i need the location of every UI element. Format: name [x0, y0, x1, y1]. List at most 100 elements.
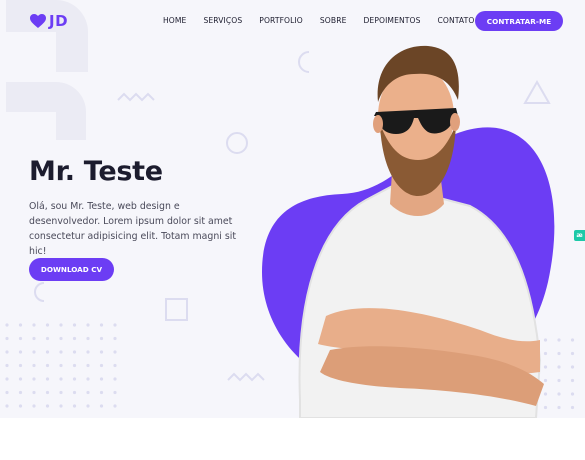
decor-dot	[32, 404, 36, 408]
decor-dot	[557, 405, 561, 410]
decor-dot	[45, 363, 50, 368]
decor-dot	[72, 363, 77, 368]
decor-dot	[45, 336, 50, 341]
decor-dot	[72, 390, 77, 395]
nav-item-servicos[interactable]: SERVIÇOS	[203, 16, 242, 25]
decor-dot	[5, 350, 9, 354]
decor-dot	[543, 338, 548, 342]
decor-dot	[86, 350, 90, 354]
decor-dot	[86, 323, 90, 327]
wave-shape	[227, 372, 265, 382]
decor-dot	[32, 323, 36, 327]
decor-dot	[32, 363, 36, 368]
decor-dot	[18, 350, 23, 354]
decor-dot	[86, 390, 90, 395]
decor-dot	[543, 351, 548, 356]
decor-dot	[59, 363, 63, 368]
triangle-shape	[523, 79, 551, 104]
decor-dot	[45, 390, 50, 395]
decor-dot	[5, 336, 9, 341]
decor-dot	[45, 404, 50, 408]
decor-dot	[557, 378, 561, 383]
ring-shape	[226, 132, 248, 154]
decor-dot	[543, 405, 548, 410]
download-cv-button[interactable]: DOWNLOAD CV	[29, 258, 114, 281]
decor-dot	[59, 390, 63, 395]
decor-dot	[5, 404, 9, 408]
decor-dot	[86, 336, 90, 341]
logo-text: JD	[49, 12, 69, 30]
decor-dot	[570, 338, 575, 342]
decor-dot	[72, 336, 77, 341]
decor-dot	[113, 390, 117, 395]
decor-dot	[45, 350, 50, 354]
decor-dot	[99, 350, 104, 354]
logo-heart-icon	[30, 14, 46, 28]
decor-dot	[18, 390, 23, 395]
square-shape	[165, 298, 188, 321]
decor-dot	[570, 405, 575, 410]
decor-dot	[45, 323, 50, 327]
decor-dot	[543, 378, 548, 383]
decor-dot	[72, 323, 77, 327]
decor-dot	[59, 350, 63, 354]
decor-dot	[5, 390, 9, 395]
nav-item-portfolio[interactable]: PORTFOLIO	[259, 16, 303, 25]
decor-dot	[18, 377, 23, 381]
decor-dot	[113, 377, 117, 381]
hero-section: JD HOME SERVIÇOS PORTFOLIO SOBRE DEPOIME…	[0, 0, 585, 418]
nav-item-home[interactable]: HOME	[163, 16, 186, 25]
decor-dot	[32, 350, 36, 354]
nav-item-sobre[interactable]: SOBRE	[320, 16, 347, 25]
nav-item-contato[interactable]: CONTATO	[438, 16, 475, 25]
brand-logo[interactable]: JD	[30, 12, 68, 30]
decor-dot	[570, 365, 575, 369]
hero-description: Olá, sou Mr. Teste, web design e desenvo…	[29, 201, 237, 257]
nav-item-depoimentos[interactable]: DEPOIMENTOS	[363, 16, 420, 25]
main-nav: HOME SERVIÇOS PORTFOLIO SOBRE DEPOIMENTO…	[163, 16, 474, 25]
decor-dot	[557, 351, 561, 356]
decor-dot	[32, 377, 36, 381]
decor-dot	[5, 323, 9, 327]
arc-shape	[298, 51, 310, 73]
decor-dot	[86, 377, 90, 381]
decor-dot	[99, 363, 104, 368]
decor-dot	[557, 338, 561, 342]
decor-dot	[99, 377, 104, 381]
decor-dot	[59, 377, 63, 381]
decor-dot	[543, 392, 548, 396]
decor-dot	[5, 363, 9, 368]
decor-dot	[113, 336, 117, 341]
decor-dot	[18, 404, 23, 408]
decor-dot	[570, 351, 575, 356]
decor-dot	[557, 365, 561, 369]
dot-grid-left	[5, 323, 117, 408]
decor-dot	[18, 323, 23, 327]
decor-dot	[86, 404, 90, 408]
decor-dot	[59, 323, 63, 327]
decor-dot	[5, 377, 9, 381]
decor-dot	[99, 336, 104, 341]
decor-dot	[45, 377, 50, 381]
decor-dot	[32, 390, 36, 395]
decor-dot	[59, 404, 63, 408]
hire-me-button[interactable]: CONTRATAR-ME	[475, 11, 563, 31]
decor-dot	[18, 336, 23, 341]
decor-dot	[99, 323, 104, 327]
decor-dot	[18, 363, 23, 368]
decor-dot	[99, 404, 104, 408]
decor-dot	[113, 363, 117, 368]
decor-dot	[72, 404, 77, 408]
decor-dot	[570, 378, 575, 383]
decor-dot	[86, 363, 90, 368]
decor-dot	[543, 365, 548, 369]
decor-dot	[72, 350, 77, 354]
decor-dot	[59, 336, 63, 341]
side-widget-icon[interactable]: æ	[574, 230, 585, 241]
decor-dot	[32, 336, 36, 341]
decor-dot	[113, 404, 117, 408]
arc-shape	[34, 282, 45, 302]
decor-dot	[557, 392, 561, 396]
wave-shape	[117, 92, 155, 102]
decor-dot	[113, 350, 117, 354]
